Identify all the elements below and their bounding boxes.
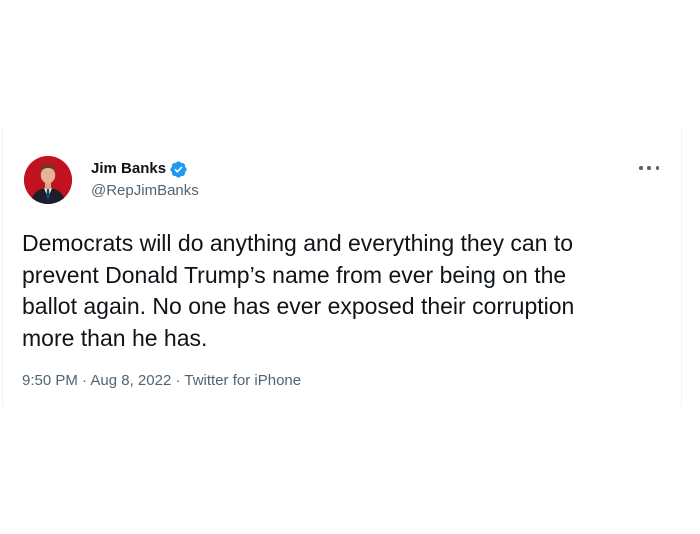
tweet-author: Jim Banks @RepJimBanks [91,159,199,201]
verified-badge-icon [169,160,188,179]
more-dot [647,166,651,170]
more-dot [655,166,659,170]
author-name-row: Jim Banks [91,159,199,179]
author-handle[interactable]: @RepJimBanks [91,181,199,201]
tweet-source-link[interactable]: Twitter for iPhone [184,372,301,389]
tweet-date: Aug 8, 2022 [90,372,172,389]
meta-separator: · [82,372,88,389]
tweet-timestamp-link[interactable]: 9:50 PM · Aug 8, 2022 [22,372,171,389]
tweet-time: 9:50 PM [22,372,78,389]
author-display-name[interactable]: Jim Banks [91,159,166,179]
tweet-text: Democrats will do anything and everythin… [22,230,575,351]
avatar-photo-icon [24,156,72,204]
author-avatar[interactable] [24,156,72,204]
tweet-metadata: 9:50 PM · Aug 8, 2022 · Twitter for iPho… [22,371,301,391]
tweet-card: Jim Banks @RepJimBanks Democrats will do… [2,127,682,407]
more-dot [639,166,643,170]
more-options-icon[interactable] [639,160,659,176]
meta-separator: · [175,372,181,389]
